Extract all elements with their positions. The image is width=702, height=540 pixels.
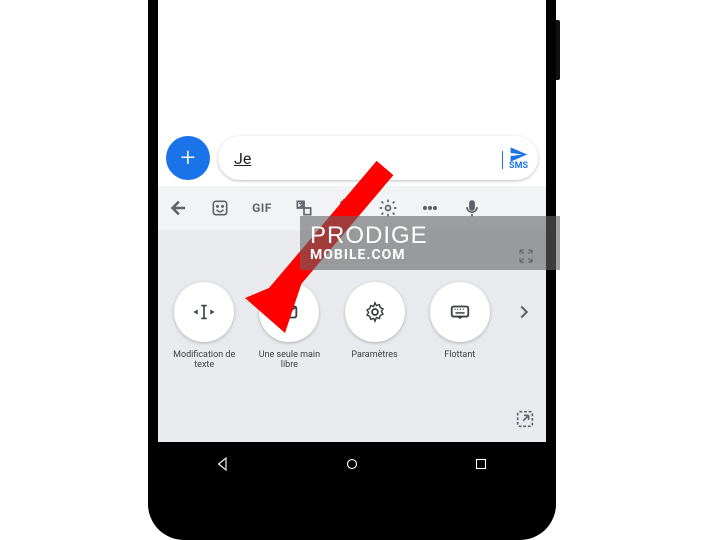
gif-button[interactable]: GIF: [250, 196, 274, 220]
more-icon[interactable]: [418, 196, 442, 220]
option-label: Modification de texte: [165, 350, 243, 370]
clipboard-icon[interactable]: [334, 196, 358, 220]
send-label: SMS: [509, 162, 528, 171]
message-input[interactable]: Je: [234, 149, 501, 168]
svg-text:文: 文: [299, 201, 305, 209]
message-input-container[interactable]: Je SMS: [218, 136, 538, 180]
nav-home-button[interactable]: [343, 455, 361, 477]
android-nav-bar: [158, 442, 546, 490]
option-one-handed[interactable]: Une seule main libre: [250, 282, 328, 370]
option-label: Paramètres: [351, 350, 397, 360]
keyboard-panel: GIF 文: [158, 186, 546, 442]
one-handed-icon: [259, 282, 319, 342]
phone-frame: + Je SMS GIF: [148, 0, 556, 540]
translate-icon[interactable]: 文: [292, 196, 316, 220]
phone-screen: + Je SMS GIF: [158, 0, 546, 490]
mic-icon[interactable]: [460, 196, 484, 220]
sticker-icon[interactable]: [208, 196, 232, 220]
keyboard-icon: [430, 282, 490, 342]
gear-icon: [345, 282, 405, 342]
send-button[interactable]: SMS: [509, 145, 528, 172]
option-settings[interactable]: Paramètres: [336, 282, 414, 370]
nav-back-button[interactable]: [214, 455, 232, 477]
phone-side-button: [556, 20, 560, 80]
app-body: + Je SMS GIF: [158, 0, 546, 442]
option-floating[interactable]: Flottant: [421, 282, 499, 370]
back-icon[interactable]: [166, 196, 190, 220]
option-label: Flottant: [444, 350, 475, 360]
add-attachment-button[interactable]: +: [166, 136, 210, 180]
option-label: Une seule main libre: [250, 350, 328, 370]
nav-recent-button[interactable]: [472, 455, 490, 477]
text-cursor-icon: [174, 282, 234, 342]
keyboard-options-row: Modification de texte Une seule main lib…: [158, 282, 506, 370]
settings-toolbar-icon[interactable]: [376, 196, 400, 220]
chevron-right-icon[interactable]: [510, 298, 538, 326]
plus-icon: +: [181, 143, 196, 173]
expand-icon[interactable]: [516, 246, 536, 266]
option-text-edit[interactable]: Modification de texte: [165, 282, 243, 370]
popout-icon[interactable]: [514, 408, 536, 430]
keyboard-toolbar: GIF 文: [158, 186, 546, 230]
compose-row: + Je SMS: [158, 130, 546, 186]
